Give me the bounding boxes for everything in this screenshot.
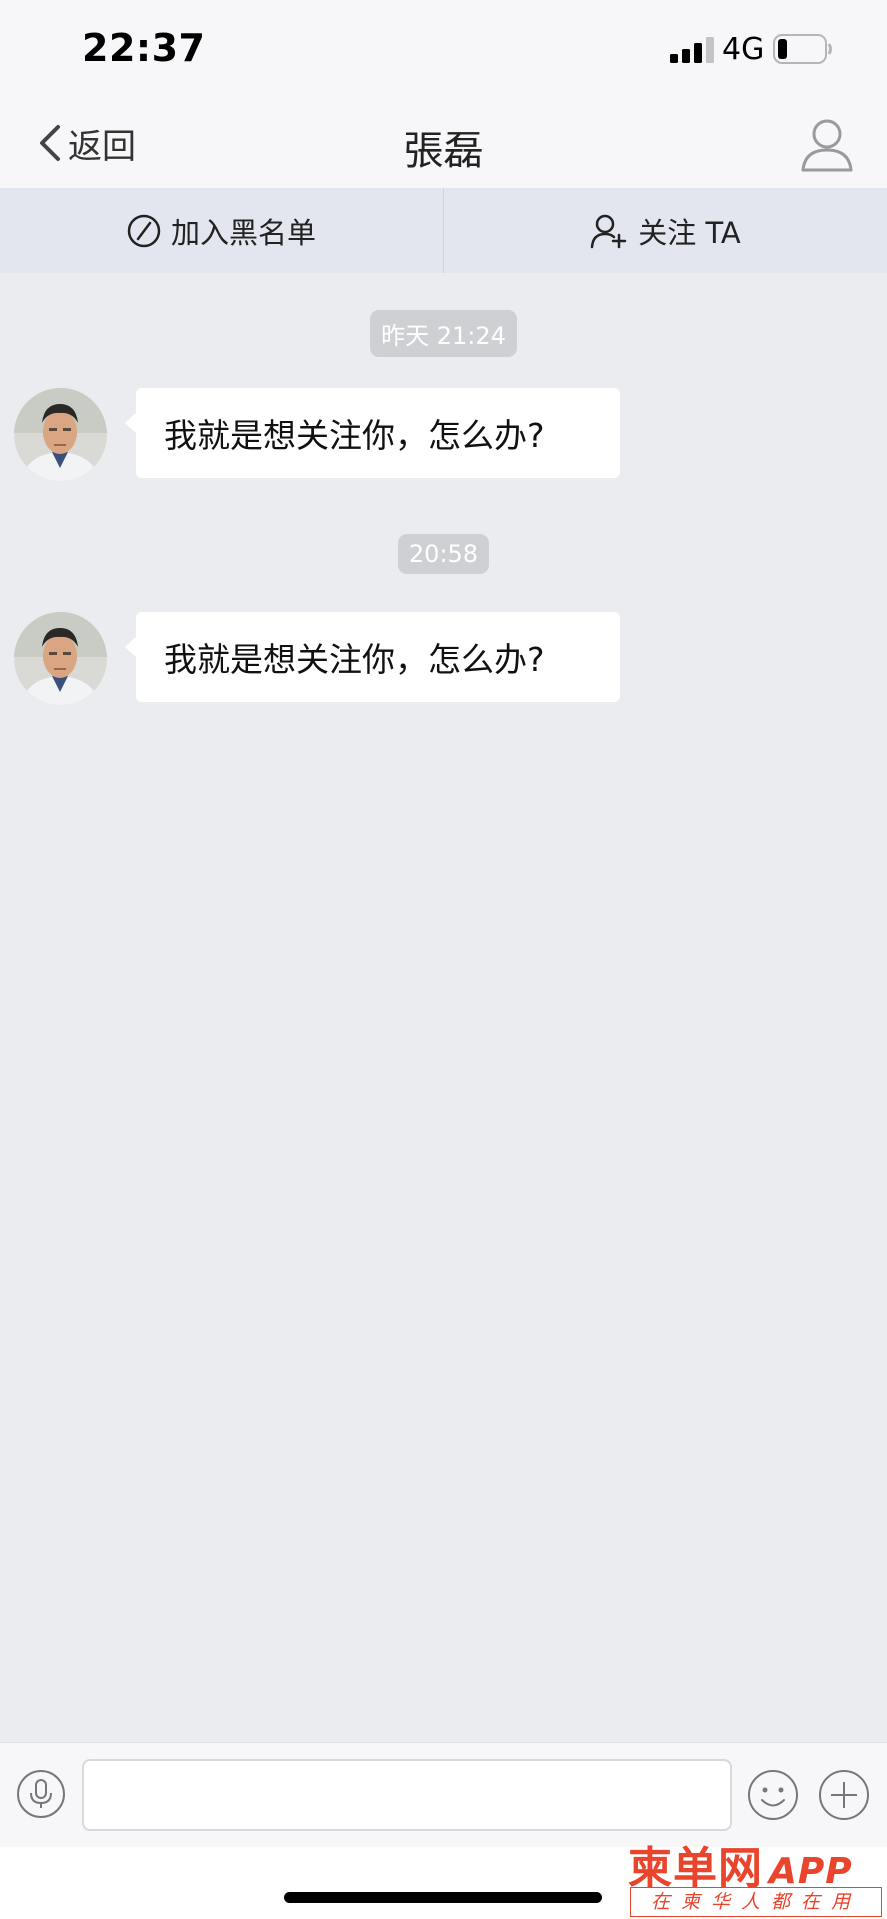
action-bar: 加入黑名单 关注 TA <box>0 188 887 273</box>
block-icon <box>127 214 161 247</box>
blacklist-label: 加入黑名单 <box>170 215 316 250</box>
status-bar: 22:37 4G <box>0 0 887 100</box>
avatar[interactable] <box>14 612 107 705</box>
page-title: 張磊 <box>403 128 484 174</box>
person-icon[interactable] <box>797 114 857 174</box>
battery-low-icon <box>773 34 832 64</box>
message-bubble[interactable]: 我就是想关注你，怎么办? <box>125 388 620 478</box>
home-indicator[interactable] <box>284 1892 602 1903</box>
message-row: 我就是想关注你，怎么办? <box>14 388 874 483</box>
network-type: 4G <box>722 32 765 67</box>
message-input[interactable] <box>82 1759 732 1831</box>
emoji-icon[interactable] <box>747 1769 799 1821</box>
message-timestamp: 昨天 21:24 <box>0 310 887 357</box>
message-row: 我就是想关注你，怎么办? <box>14 612 874 707</box>
add-user-icon <box>590 214 627 248</box>
plus-icon[interactable] <box>818 1769 870 1821</box>
avatar[interactable] <box>14 388 107 481</box>
watermark-tagline: 在柬华人都在用 <box>630 1887 882 1917</box>
watermark-app: APP <box>769 1851 853 1892</box>
follow-button[interactable]: 关注 TA <box>444 188 887 273</box>
message-timestamp: 20:58 <box>0 534 887 574</box>
status-time: 22:37 <box>82 26 206 70</box>
watermark-logo: 柬单网 APP 在柬华人都在用 <box>628 1832 887 1919</box>
microphone-icon[interactable] <box>16 1769 66 1819</box>
follow-label: 关注 TA <box>638 215 741 250</box>
nav-bar: 返回 張磊 <box>0 100 887 188</box>
message-bubble[interactable]: 我就是想关注你，怎么办? <box>125 612 620 702</box>
signal-icon <box>670 37 714 63</box>
blacklist-button[interactable]: 加入黑名单 <box>0 188 443 273</box>
